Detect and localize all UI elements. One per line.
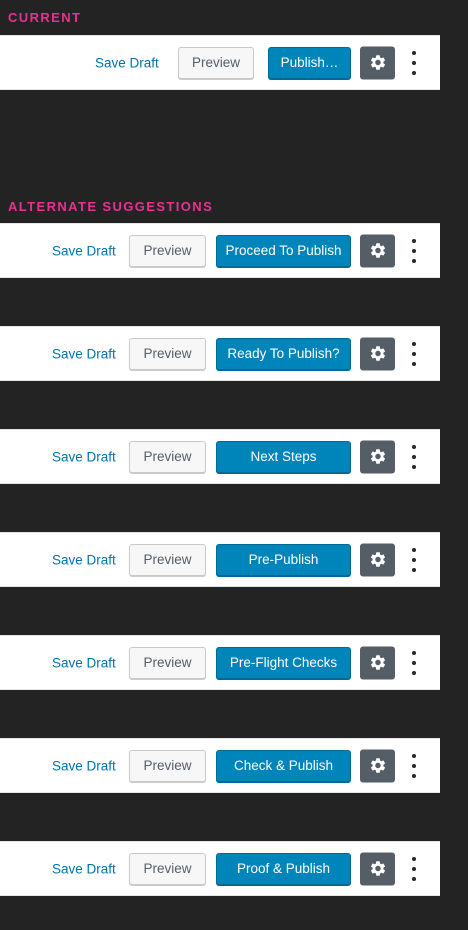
alternate-toolbar: Save Draft Preview Ready To Publish? bbox=[0, 326, 440, 381]
more-menu-button[interactable] bbox=[408, 547, 420, 572]
alternate-section-label: ALTERNATE SUGGESTIONS bbox=[8, 199, 214, 214]
alternate-toolbar: Save Draft Preview Proceed To Publish bbox=[0, 223, 440, 278]
settings-button[interactable] bbox=[360, 46, 395, 79]
more-menu-button[interactable] bbox=[408, 238, 420, 263]
publish-button[interactable]: Publish… bbox=[268, 46, 351, 79]
gear-icon bbox=[370, 449, 385, 464]
settings-button[interactable] bbox=[360, 749, 395, 782]
settings-button[interactable] bbox=[360, 852, 395, 885]
publish-button[interactable]: Pre-Publish bbox=[216, 543, 351, 576]
more-vertical-icon bbox=[412, 547, 416, 552]
more-vertical-icon bbox=[412, 341, 416, 346]
more-vertical-icon bbox=[412, 50, 416, 55]
gear-icon bbox=[370, 346, 385, 361]
gear-icon bbox=[370, 243, 385, 258]
preview-button[interactable]: Preview bbox=[129, 440, 206, 473]
save-draft-link[interactable]: Save Draft bbox=[52, 552, 116, 567]
gear-icon bbox=[370, 552, 385, 567]
gear-icon bbox=[370, 758, 385, 773]
alternate-toolbar: Save Draft Preview Pre-Flight Checks bbox=[0, 635, 440, 690]
save-draft-link[interactable]: Save Draft bbox=[52, 449, 116, 464]
publish-button[interactable]: Ready To Publish? bbox=[216, 337, 351, 370]
preview-button[interactable]: Preview bbox=[129, 852, 206, 885]
alternate-toolbar: Save Draft Preview Pre-Publish bbox=[0, 532, 440, 587]
preview-button[interactable]: Preview bbox=[129, 543, 206, 576]
preview-button[interactable]: Preview bbox=[129, 234, 206, 267]
preview-button[interactable]: Preview bbox=[129, 749, 206, 782]
settings-button[interactable] bbox=[360, 543, 395, 576]
gear-icon bbox=[370, 55, 385, 70]
more-vertical-icon bbox=[412, 650, 416, 655]
save-draft-link[interactable]: Save Draft bbox=[52, 243, 116, 258]
settings-button[interactable] bbox=[360, 337, 395, 370]
publish-button[interactable]: Proceed To Publish bbox=[216, 234, 351, 267]
settings-button[interactable] bbox=[360, 234, 395, 267]
save-draft-link[interactable]: Save Draft bbox=[95, 55, 159, 70]
preview-button[interactable]: Preview bbox=[129, 646, 206, 679]
current-toolbar: Save Draft Preview Publish… bbox=[0, 35, 440, 90]
save-draft-link[interactable]: Save Draft bbox=[52, 346, 116, 361]
settings-button[interactable] bbox=[360, 440, 395, 473]
publish-button[interactable]: Check & Publish bbox=[216, 749, 351, 782]
alternate-toolbar: Save Draft Preview Next Steps bbox=[0, 429, 440, 484]
more-menu-button[interactable] bbox=[408, 50, 420, 75]
more-menu-button[interactable] bbox=[408, 856, 420, 881]
more-menu-button[interactable] bbox=[408, 753, 420, 778]
alternate-toolbar: Save Draft Preview Check & Publish bbox=[0, 738, 440, 793]
more-menu-button[interactable] bbox=[408, 650, 420, 675]
save-draft-link[interactable]: Save Draft bbox=[52, 758, 116, 773]
more-menu-button[interactable] bbox=[408, 444, 420, 469]
more-vertical-icon bbox=[412, 753, 416, 758]
gear-icon bbox=[370, 655, 385, 670]
more-vertical-icon bbox=[412, 856, 416, 861]
save-draft-link[interactable]: Save Draft bbox=[52, 861, 116, 876]
more-menu-button[interactable] bbox=[408, 341, 420, 366]
settings-button[interactable] bbox=[360, 646, 395, 679]
publish-button[interactable]: Pre-Flight Checks bbox=[216, 646, 351, 679]
gear-icon bbox=[370, 861, 385, 876]
publish-button[interactable]: Proof & Publish bbox=[216, 852, 351, 885]
more-vertical-icon bbox=[412, 444, 416, 449]
current-section-label: CURRENT bbox=[8, 10, 82, 25]
more-vertical-icon bbox=[412, 238, 416, 243]
preview-button[interactable]: Preview bbox=[129, 337, 206, 370]
preview-button[interactable]: Preview bbox=[178, 46, 254, 79]
alternate-toolbar: Save Draft Preview Proof & Publish bbox=[0, 841, 440, 896]
save-draft-link[interactable]: Save Draft bbox=[52, 655, 116, 670]
publish-button[interactable]: Next Steps bbox=[216, 440, 351, 473]
